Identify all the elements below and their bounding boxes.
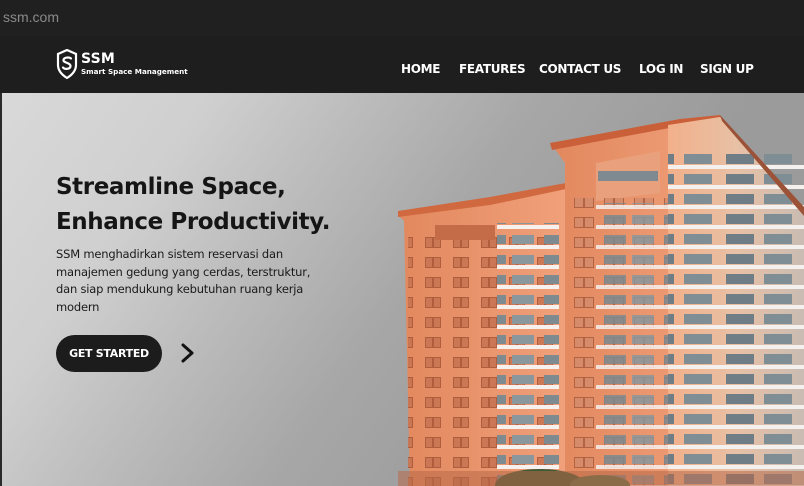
nav-contact-us[interactable]: CONTACT US [539,62,621,76]
site-header: SSM Smart Space Management HOME FEATURES… [0,36,804,93]
nav-sign-up[interactable]: SIGN UP [700,62,754,76]
hero-section: Streamline Space, Enhance Productivity. … [0,93,804,486]
browser-url-bar[interactable]: ssm.com [0,0,804,36]
chevron-right-icon[interactable] [178,342,198,364]
nav-log-in[interactable]: LOG IN [639,62,683,76]
get-started-button[interactable]: GET STARTED [56,335,162,372]
hero-headline: Streamline Space, Enhance Productivity. [56,170,386,240]
url-text[interactable]: ssm.com [3,9,59,25]
nav-features[interactable]: FEATURES [459,62,526,76]
main-menu: HOME FEATURES CONTACT US LOG IN SIGN UP [0,62,804,76]
hero-headline-line-1: Streamline Space, [56,174,286,200]
hero-headline-line-2: Enhance Productivity. [56,209,331,235]
hero-description: SSM menghadirkan sistem reservasi dan ma… [56,247,311,314]
nav-home[interactable]: HOME [401,62,440,76]
